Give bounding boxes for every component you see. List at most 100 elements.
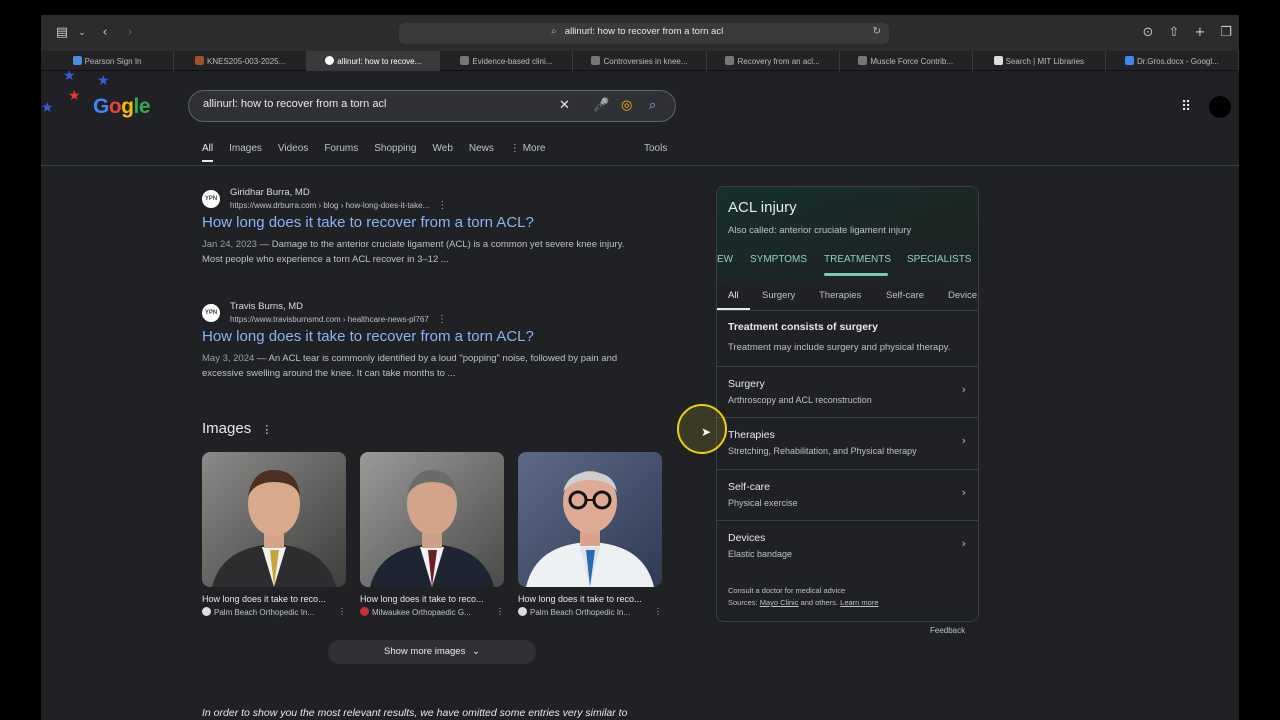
divider [41,165,1239,166]
more-vert-icon[interactable]: ⋮ [437,200,447,211]
search-tab-more[interactable]: ⋮ More [510,143,546,162]
microphone-icon[interactable]: 🎤 [593,98,609,113]
more-vert-icon: ⋮ [509,143,523,154]
result-url[interactable]: https://www.drburra.com › blog › how-lon… [230,200,447,211]
tab-google-search[interactable]: allinurl: how to recove... [307,51,441,71]
kp-tab-overview[interactable]: EW [717,254,733,265]
search-tab-news[interactable]: News [469,143,494,162]
kp-chip-all[interactable]: All [728,290,739,301]
lens-icon[interactable]: ◎ [621,98,632,113]
kp-row-devices[interactable]: Devices Elastic bandage › [717,520,978,571]
kp-sources: Sources: Mayo Clinic and others. Learn m… [728,598,879,607]
address-bar[interactable]: ⌕ allinurl: how to recover from a torn a… [399,23,889,44]
image-source[interactable]: Milwaukee Orthopaedic G... ⋮ [360,607,504,617]
clear-icon[interactable]: ✕ [559,98,570,113]
google-logo[interactable]: Gogle [93,95,151,119]
kp-row-surgery[interactable]: Surgery Arthroscopy and ACL reconstructi… [717,366,978,417]
share-icon[interactable]: ⇧ [1165,24,1183,42]
back-icon[interactable]: ‹ [96,24,114,42]
tab-recovery[interactable]: Recovery from an acl... [707,51,840,71]
kp-chip-devices[interactable]: Device [948,290,977,301]
image-caption[interactable]: How long does it take to reco... [518,594,662,604]
google-favicon-icon [325,56,335,65]
search-result: YPN Giridhar Burra, MD https://www.drbur… [202,187,642,277]
kp-chip-therapies[interactable]: Therapies [819,290,861,301]
result-url[interactable]: https://www.travisburnsmd.com › healthca… [230,314,447,325]
result-title-link[interactable]: How long does it take to recover from a … [202,214,534,231]
tab-evidence[interactable]: Evidence-based clini... [440,51,574,71]
tab-muscle[interactable]: Muscle Force Contrib... [840,51,973,71]
result-title-link[interactable]: How long does it take to recover from a … [202,328,534,345]
image-caption[interactable]: How long does it take to reco... [202,594,346,604]
chevron-right-icon: › [961,383,966,396]
tab-overview-icon[interactable]: ❐ [1217,24,1235,42]
browser-window: ▤ ⌄ ‹ › ⌕ allinurl: how to recover from … [41,15,1239,720]
kp-treatment-heading: Treatment consists of surgery [728,321,878,333]
result-site-name[interactable]: Travis Burns, MD [230,301,303,312]
avatar[interactable] [1209,96,1231,118]
mayo-clinic-link[interactable]: Mayo Clinic [760,598,799,607]
kp-row-self-care[interactable]: Self-care Physical exercise › [717,469,978,520]
forward-icon[interactable]: › [121,24,139,42]
source-favicon-icon [360,607,369,616]
tab-mit[interactable]: Search | MIT Libraries [973,51,1106,71]
search-tab-videos[interactable]: Videos [278,143,308,162]
kp-tab-treatments[interactable]: TREATMENTS [824,254,891,265]
reload-icon[interactable]: ↻ [873,26,881,37]
result-site-name[interactable]: Giridhar Burra, MD [230,187,310,198]
tools-button[interactable]: Tools [644,143,667,154]
kp-tab-specialists[interactable]: SPECIALISTS [907,254,971,265]
apps-grid-icon[interactable]: ⠿ [1181,99,1191,115]
more-vert-icon[interactable]: ⋮ [261,424,272,436]
more-vert-icon[interactable]: ⋮ [338,607,346,616]
image-card[interactable]: How long does it take to reco... Palm Be… [202,452,346,617]
star-icon: ★ [41,100,54,116]
tab-pearson[interactable]: Pearson Sign In [41,51,175,71]
omitted-results-notice: In order to show you the most relevant r… [202,707,628,719]
search-tab-all[interactable]: All [202,143,214,162]
search-input[interactable] [203,98,543,110]
feedback-link[interactable]: Feedback [930,626,965,635]
image-caption[interactable]: How long does it take to reco... [360,594,504,604]
image-card[interactable]: How long does it take to reco... Palm Be… [518,452,662,617]
chevron-right-icon: › [961,486,966,499]
chevron-down-icon[interactable]: ⌄ [73,24,91,42]
image-source[interactable]: Palm Beach Orthopedic In... ⋮ [202,607,346,617]
tab-knes205[interactable]: KNES205-003-2025... [174,51,308,71]
kp-chip-self-care[interactable]: Self-care [886,290,924,301]
learn-more-link[interactable]: Learn more [840,598,878,607]
image-source[interactable]: Palm Beach Orthopedic In... ⋮ [518,607,662,617]
new-tab-icon[interactable]: + [1191,24,1209,42]
kp-tab-symptoms[interactable]: SYMPTOMS [750,254,807,265]
tab-favicon-icon [993,56,1003,65]
tab-favicon-icon [591,56,601,65]
sidebar-icon[interactable]: ▤ [53,24,71,42]
doctor-photo[interactable] [518,452,662,587]
doctor-photo[interactable] [202,452,346,587]
tab-controversies[interactable]: Controversies in knee... [573,51,707,71]
kp-row-title: Surgery [728,378,765,390]
star-icon: ★ [63,68,76,84]
knowledge-panel: ACL injury Also called: anterior cruciat… [716,186,979,622]
images-heading: Images ⋮ [202,420,273,437]
more-vert-icon[interactable]: ⋮ [437,314,447,325]
knowledge-panel-header: ACL injury Also called: anterior cruciat… [717,187,978,282]
source-favicon-icon [518,607,527,616]
address-text: allinurl: how to recover from a torn acl [564,26,724,37]
show-more-images-button[interactable]: Show more images ⌄ [328,640,536,664]
more-vert-icon[interactable]: ⋮ [654,607,662,616]
search-tab-forums[interactable]: Forums [324,143,358,162]
mouse-pointer-icon: ➤ [701,425,712,439]
more-vert-icon[interactable]: ⋮ [496,607,504,616]
search-tab-images[interactable]: Images [229,143,262,162]
kp-chip-surgery[interactable]: Surgery [762,290,795,301]
search-tab-shopping[interactable]: Shopping [374,143,416,162]
kp-row-therapies[interactable]: Therapies Stretching, Rehabilitation, an… [717,417,978,468]
tab-docx[interactable]: Dr.Gros.docx - Googl... [1106,51,1239,71]
doctor-photo[interactable] [360,452,504,587]
chevron-down-icon: ⌄ [471,646,480,657]
search-icon[interactable]: ⌕ [649,98,656,113]
search-tab-web[interactable]: Web [433,143,453,162]
download-icon[interactable]: ⊙ [1139,24,1157,42]
image-card[interactable]: How long does it take to reco... Milwauk… [360,452,504,617]
